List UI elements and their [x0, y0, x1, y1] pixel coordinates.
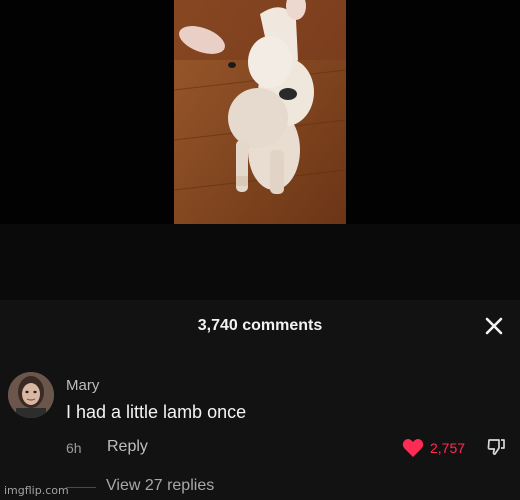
thumbs-down-icon	[487, 439, 505, 455]
close-button[interactable]	[482, 314, 506, 338]
view-replies-button[interactable]: View 27 replies	[106, 477, 214, 495]
video-frame	[174, 0, 346, 224]
comment-timestamp: 6h	[66, 440, 82, 456]
video-player[interactable]	[0, 0, 520, 300]
replies-divider	[66, 487, 96, 488]
watermark: imgflip.com	[4, 484, 69, 497]
comments-count: 3,740 comments	[197, 317, 323, 334]
video-bottom-strip	[0, 224, 520, 300]
dislike-button[interactable]	[486, 437, 506, 457]
like-count: 2,757	[430, 440, 466, 456]
close-icon	[485, 317, 503, 335]
avatar-image	[8, 372, 54, 418]
like-button[interactable]: 2,757	[402, 436, 465, 460]
comment-author[interactable]: Mary	[66, 377, 99, 394]
heart-icon	[402, 439, 424, 457]
avatar[interactable]	[8, 372, 54, 418]
comment-text: I had a little lamb once	[66, 402, 247, 422]
lamb-video-thumbnail	[174, 0, 346, 224]
reply-button[interactable]: Reply	[107, 438, 148, 456]
